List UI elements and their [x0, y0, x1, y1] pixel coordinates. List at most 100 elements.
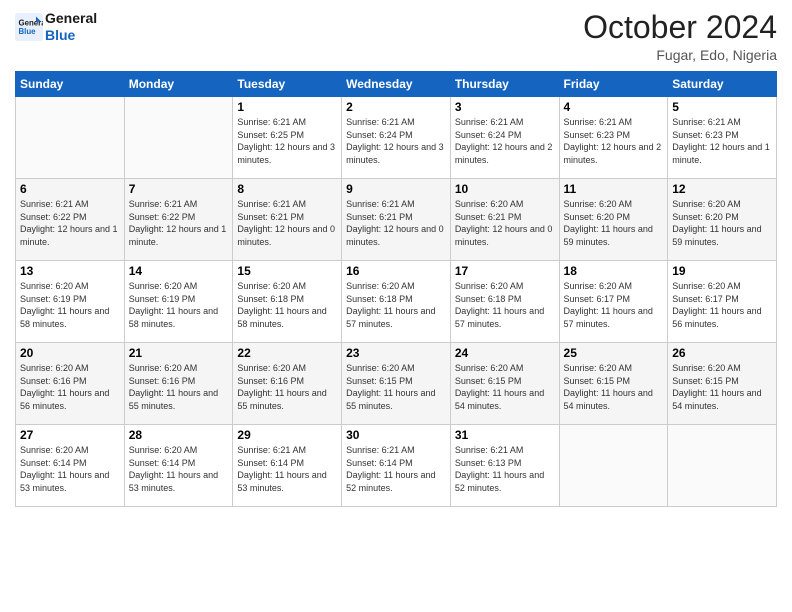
calendar-cell: 8Sunrise: 6:21 AM Sunset: 6:21 PM Daylig…: [233, 179, 342, 261]
calendar-header-row: SundayMondayTuesdayWednesdayThursdayFrid…: [16, 72, 777, 97]
day-number: 31: [455, 428, 555, 442]
calendar-cell: 5Sunrise: 6:21 AM Sunset: 6:23 PM Daylig…: [668, 97, 777, 179]
calendar-cell: 27 Sunrise: 6:20 AM Sunset: 6:14 PM Dayli…: [16, 425, 125, 507]
calendar-cell: 12 Sunrise: 6:20 AM Sunset: 6:20 PM Dayli…: [668, 179, 777, 261]
day-info: Sunrise: 6:21 AM Sunset: 6:14 PM Dayligh…: [237, 444, 337, 494]
day-number: 20: [20, 346, 120, 360]
calendar-cell: 20 Sunrise: 6:20 AM Sunset: 6:16 PM Dayli…: [16, 343, 125, 425]
calendar-table: SundayMondayTuesdayWednesdayThursdayFrid…: [15, 71, 777, 507]
day-number: 3: [455, 100, 555, 114]
day-info: Sunrise: 6:21 AM Sunset: 6:24 PM Dayligh…: [455, 116, 555, 166]
calendar-cell: 19 Sunrise: 6:20 AM Sunset: 6:17 PM Dayli…: [668, 261, 777, 343]
day-number: 27: [20, 428, 120, 442]
day-number: 30: [346, 428, 446, 442]
day-number: 10: [455, 182, 555, 196]
day-info: Sunrise: 6:20 AM Sunset: 6:18 PM Dayligh…: [237, 280, 337, 330]
calendar-header-tuesday: Tuesday: [233, 72, 342, 97]
day-number: 7: [129, 182, 229, 196]
calendar-cell: 3 Sunrise: 6:21 AM Sunset: 6:24 PM Daylig…: [450, 97, 559, 179]
calendar-cell: [124, 97, 233, 179]
calendar-cell: 26Sunrise: 6:20 AM Sunset: 6:15 PM Dayli…: [668, 343, 777, 425]
calendar-header-saturday: Saturday: [668, 72, 777, 97]
logo-line2: Blue: [45, 27, 75, 43]
day-info: Sunrise: 6:20 AM Sunset: 6:20 PM Dayligh…: [564, 198, 664, 248]
calendar-cell: 11 Sunrise: 6:20 AM Sunset: 6:20 PM Dayli…: [559, 179, 668, 261]
calendar-cell: 9 Sunrise: 6:21 AM Sunset: 6:21 PM Daylig…: [342, 179, 451, 261]
calendar-cell: 14 Sunrise: 6:20 AM Sunset: 6:19 PM Dayli…: [124, 261, 233, 343]
day-number: 23: [346, 346, 446, 360]
day-info: Sunrise: 6:21 AM Sunset: 6:14 PM Dayligh…: [346, 444, 446, 494]
calendar-cell: 24Sunrise: 6:20 AM Sunset: 6:15 PM Dayli…: [450, 343, 559, 425]
day-info: Sunrise: 6:20 AM Sunset: 6:16 PM Dayligh…: [20, 362, 120, 412]
day-number: 17: [455, 264, 555, 278]
day-info: Sunrise: 6:20 AM Sunset: 6:17 PM Dayligh…: [564, 280, 664, 330]
day-number: 19: [672, 264, 772, 278]
calendar-cell: 29Sunrise: 6:21 AM Sunset: 6:14 PM Dayli…: [233, 425, 342, 507]
day-number: 25: [564, 346, 664, 360]
calendar-cell: 16Sunrise: 6:20 AM Sunset: 6:18 PM Dayli…: [342, 261, 451, 343]
day-info: Sunrise: 6:20 AM Sunset: 6:16 PM Dayligh…: [129, 362, 229, 412]
calendar-cell: 7Sunrise: 6:21 AM Sunset: 6:22 PM Daylig…: [124, 179, 233, 261]
day-number: 9: [346, 182, 446, 196]
day-number: 11: [564, 182, 664, 196]
day-info: Sunrise: 6:20 AM Sunset: 6:15 PM Dayligh…: [564, 362, 664, 412]
day-info: Sunrise: 6:21 AM Sunset: 6:13 PM Dayligh…: [455, 444, 555, 494]
calendar-cell: [668, 425, 777, 507]
calendar-week-2: 6 Sunrise: 6:21 AM Sunset: 6:22 PM Daylig…: [16, 179, 777, 261]
day-number: 6: [20, 182, 120, 196]
day-info: Sunrise: 6:20 AM Sunset: 6:15 PM Dayligh…: [672, 362, 772, 412]
calendar-cell: 10 Sunrise: 6:20 AM Sunset: 6:21 PM Dayli…: [450, 179, 559, 261]
day-info: Sunrise: 6:20 AM Sunset: 6:18 PM Dayligh…: [455, 280, 555, 330]
calendar-cell: 6 Sunrise: 6:21 AM Sunset: 6:22 PM Daylig…: [16, 179, 125, 261]
calendar-week-3: 13 Sunrise: 6:20 AM Sunset: 6:19 PM Dayli…: [16, 261, 777, 343]
calendar-cell: 1Sunrise: 6:21 AM Sunset: 6:25 PM Daylig…: [233, 97, 342, 179]
calendar-header-friday: Friday: [559, 72, 668, 97]
calendar-cell: 4 Sunrise: 6:21 AM Sunset: 6:23 PM Daylig…: [559, 97, 668, 179]
day-info: Sunrise: 6:21 AM Sunset: 6:21 PM Dayligh…: [346, 198, 446, 248]
logo-line1: General: [45, 10, 97, 26]
calendar-header-monday: Monday: [124, 72, 233, 97]
calendar-header-sunday: Sunday: [16, 72, 125, 97]
day-number: 13: [20, 264, 120, 278]
calendar-header-thursday: Thursday: [450, 72, 559, 97]
logo-icon: General Blue: [15, 13, 43, 41]
calendar-cell: 23 Sunrise: 6:20 AM Sunset: 6:15 PM Dayli…: [342, 343, 451, 425]
calendar-cell: 30 Sunrise: 6:21 AM Sunset: 6:14 PM Dayli…: [342, 425, 451, 507]
day-number: 12: [672, 182, 772, 196]
day-info: Sunrise: 6:20 AM Sunset: 6:15 PM Dayligh…: [455, 362, 555, 412]
day-info: Sunrise: 6:20 AM Sunset: 6:17 PM Dayligh…: [672, 280, 772, 330]
day-info: Sunrise: 6:20 AM Sunset: 6:14 PM Dayligh…: [20, 444, 120, 494]
day-info: Sunrise: 6:20 AM Sunset: 6:15 PM Dayligh…: [346, 362, 446, 412]
day-info: Sunrise: 6:20 AM Sunset: 6:20 PM Dayligh…: [672, 198, 772, 248]
day-number: 14: [129, 264, 229, 278]
day-number: 28: [129, 428, 229, 442]
day-info: Sunrise: 6:20 AM Sunset: 6:19 PM Dayligh…: [20, 280, 120, 330]
calendar-cell: [559, 425, 668, 507]
day-number: 4: [564, 100, 664, 114]
calendar-cell: 25 Sunrise: 6:20 AM Sunset: 6:15 PM Dayli…: [559, 343, 668, 425]
header: General Blue General Blue October 2024 F…: [15, 10, 777, 63]
day-info: Sunrise: 6:21 AM Sunset: 6:23 PM Dayligh…: [564, 116, 664, 166]
calendar-week-4: 20 Sunrise: 6:20 AM Sunset: 6:16 PM Dayli…: [16, 343, 777, 425]
day-info: Sunrise: 6:21 AM Sunset: 6:23 PM Dayligh…: [672, 116, 772, 166]
day-number: 22: [237, 346, 337, 360]
calendar-week-1: 1Sunrise: 6:21 AM Sunset: 6:25 PM Daylig…: [16, 97, 777, 179]
day-info: Sunrise: 6:20 AM Sunset: 6:21 PM Dayligh…: [455, 198, 555, 248]
day-info: Sunrise: 6:21 AM Sunset: 6:22 PM Dayligh…: [20, 198, 120, 248]
calendar-cell: 28 Sunrise: 6:20 AM Sunset: 6:14 PM Dayli…: [124, 425, 233, 507]
logo: General Blue General Blue: [15, 10, 97, 44]
day-number: 8: [237, 182, 337, 196]
title-block: October 2024 Fugar, Edo, Nigeria: [583, 10, 777, 63]
calendar-header-wednesday: Wednesday: [342, 72, 451, 97]
calendar-cell: 22Sunrise: 6:20 AM Sunset: 6:16 PM Dayli…: [233, 343, 342, 425]
day-info: Sunrise: 6:20 AM Sunset: 6:14 PM Dayligh…: [129, 444, 229, 494]
calendar-cell: 18Sunrise: 6:20 AM Sunset: 6:17 PM Dayli…: [559, 261, 668, 343]
calendar-cell: 21Sunrise: 6:20 AM Sunset: 6:16 PM Dayli…: [124, 343, 233, 425]
calendar-cell: 15 Sunrise: 6:20 AM Sunset: 6:18 PM Dayli…: [233, 261, 342, 343]
calendar-cell: 31 Sunrise: 6:21 AM Sunset: 6:13 PM Dayli…: [450, 425, 559, 507]
day-number: 15: [237, 264, 337, 278]
month-title: October 2024: [583, 10, 777, 45]
day-info: Sunrise: 6:20 AM Sunset: 6:19 PM Dayligh…: [129, 280, 229, 330]
day-info: Sunrise: 6:21 AM Sunset: 6:24 PM Dayligh…: [346, 116, 446, 166]
calendar-cell: 13 Sunrise: 6:20 AM Sunset: 6:19 PM Dayli…: [16, 261, 125, 343]
